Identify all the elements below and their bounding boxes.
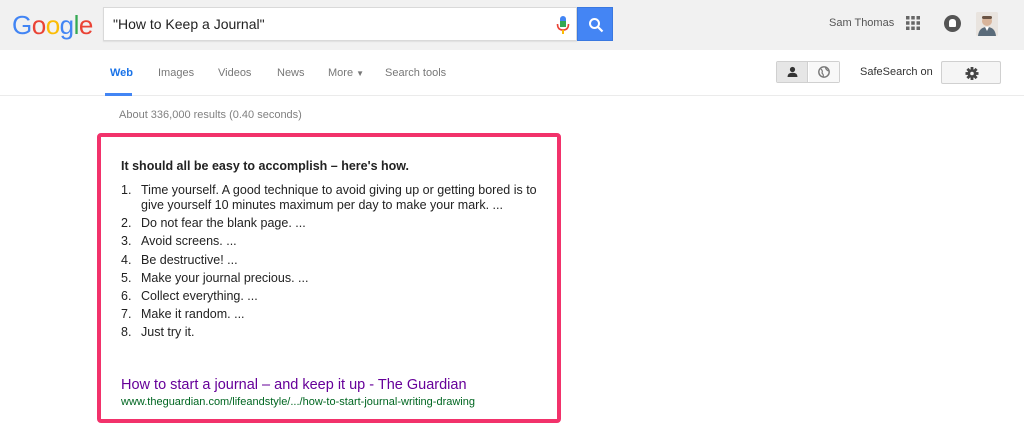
list-item: 8. Just try it. xyxy=(121,325,541,340)
list-item-number: 1. xyxy=(121,183,132,197)
tab-more[interactable]: More ▼ xyxy=(328,67,364,79)
microphone-icon[interactable] xyxy=(556,16,570,34)
tab-search-tools[interactable]: Search tools xyxy=(385,67,446,79)
list-item-text: Collect everything. ... xyxy=(141,288,258,303)
list-item-text: Do not fear the blank page. ... xyxy=(141,216,306,231)
logo-letter: e xyxy=(78,10,93,40)
search-query-text: "How to Keep a Journal" xyxy=(113,16,265,32)
results-personalization-toggle xyxy=(776,61,840,83)
active-tab-indicator xyxy=(105,93,132,96)
list-item-text: Make it random. ... xyxy=(141,307,245,322)
list-item: 5. Make your journal precious. ... xyxy=(121,271,541,286)
list-item-number: 5. xyxy=(121,270,132,285)
tab-web[interactable]: Web xyxy=(110,67,133,79)
list-item-number: 8. xyxy=(121,325,132,340)
tab-more-label: More xyxy=(328,67,354,79)
google-logo[interactable]: Google xyxy=(12,10,93,40)
gear-icon xyxy=(965,67,979,80)
person-icon xyxy=(787,66,798,77)
settings-button[interactable] xyxy=(941,61,1001,84)
logo-letter: G xyxy=(12,10,32,40)
user-avatar[interactable] xyxy=(976,12,998,36)
featured-snippet: It should all be easy to accomplish – he… xyxy=(97,133,561,423)
list-item-text: Make your journal precious. ... xyxy=(141,270,309,285)
notifications-icon[interactable] xyxy=(944,15,961,32)
list-item: 1. Time yourself. A good technique to avo… xyxy=(121,183,541,213)
tab-videos[interactable]: Videos xyxy=(218,67,251,79)
tab-images[interactable]: Images xyxy=(158,67,194,79)
logo-letter: o xyxy=(31,10,46,40)
safesearch-status[interactable]: SafeSearch on xyxy=(860,66,933,78)
snippet-heading: It should all be easy to accomplish – he… xyxy=(121,159,410,173)
tab-news[interactable]: News xyxy=(277,67,305,79)
search-input[interactable]: "How to Keep a Journal" xyxy=(103,7,577,41)
list-item: 4. Be destructive! ... xyxy=(121,253,541,268)
list-item: 2. Do not fear the blank page. ... xyxy=(121,216,541,231)
logo-letter: g xyxy=(59,10,74,40)
snippet-source-url: www.theguardian.com/lifeandstyle/.../how… xyxy=(121,396,475,408)
list-item-text: Time yourself. A good technique to avoid… xyxy=(141,183,537,212)
list-item-number: 2. xyxy=(121,216,132,231)
chevron-down-icon: ▼ xyxy=(356,69,364,78)
list-item-number: 3. xyxy=(121,234,132,249)
top-bar: Google "How to Keep a Journal" Sam Thoma… xyxy=(0,0,1024,50)
logo-letter: o xyxy=(45,10,60,40)
personal-results-button[interactable] xyxy=(777,62,808,82)
list-item: 3. Avoid screens. ... xyxy=(121,234,541,249)
list-item-number: 6. xyxy=(121,288,132,303)
list-item: 7. Make it random. ... xyxy=(121,307,541,322)
avatar-image xyxy=(976,12,998,36)
list-item: 6. Collect everything. ... xyxy=(121,289,541,304)
global-results-button[interactable] xyxy=(809,62,839,82)
search-button[interactable] xyxy=(577,7,613,41)
list-item-text: Be destructive! ... xyxy=(141,252,238,267)
list-item-number: 4. xyxy=(121,252,132,267)
list-item-number: 7. xyxy=(121,307,132,322)
list-item-text: Just try it. xyxy=(141,325,195,340)
snippet-list: 1. Time yourself. A good technique to avo… xyxy=(121,183,541,344)
user-name[interactable]: Sam Thomas xyxy=(829,17,894,29)
list-item-text: Avoid screens. ... xyxy=(141,234,237,249)
apps-grid-icon[interactable] xyxy=(906,16,920,30)
search-icon xyxy=(589,18,604,33)
globe-icon xyxy=(818,66,830,78)
results-stats: About 336,000 results (0.40 seconds) xyxy=(119,109,302,121)
snippet-source-link[interactable]: How to start a journal – and keep it up … xyxy=(121,377,467,393)
